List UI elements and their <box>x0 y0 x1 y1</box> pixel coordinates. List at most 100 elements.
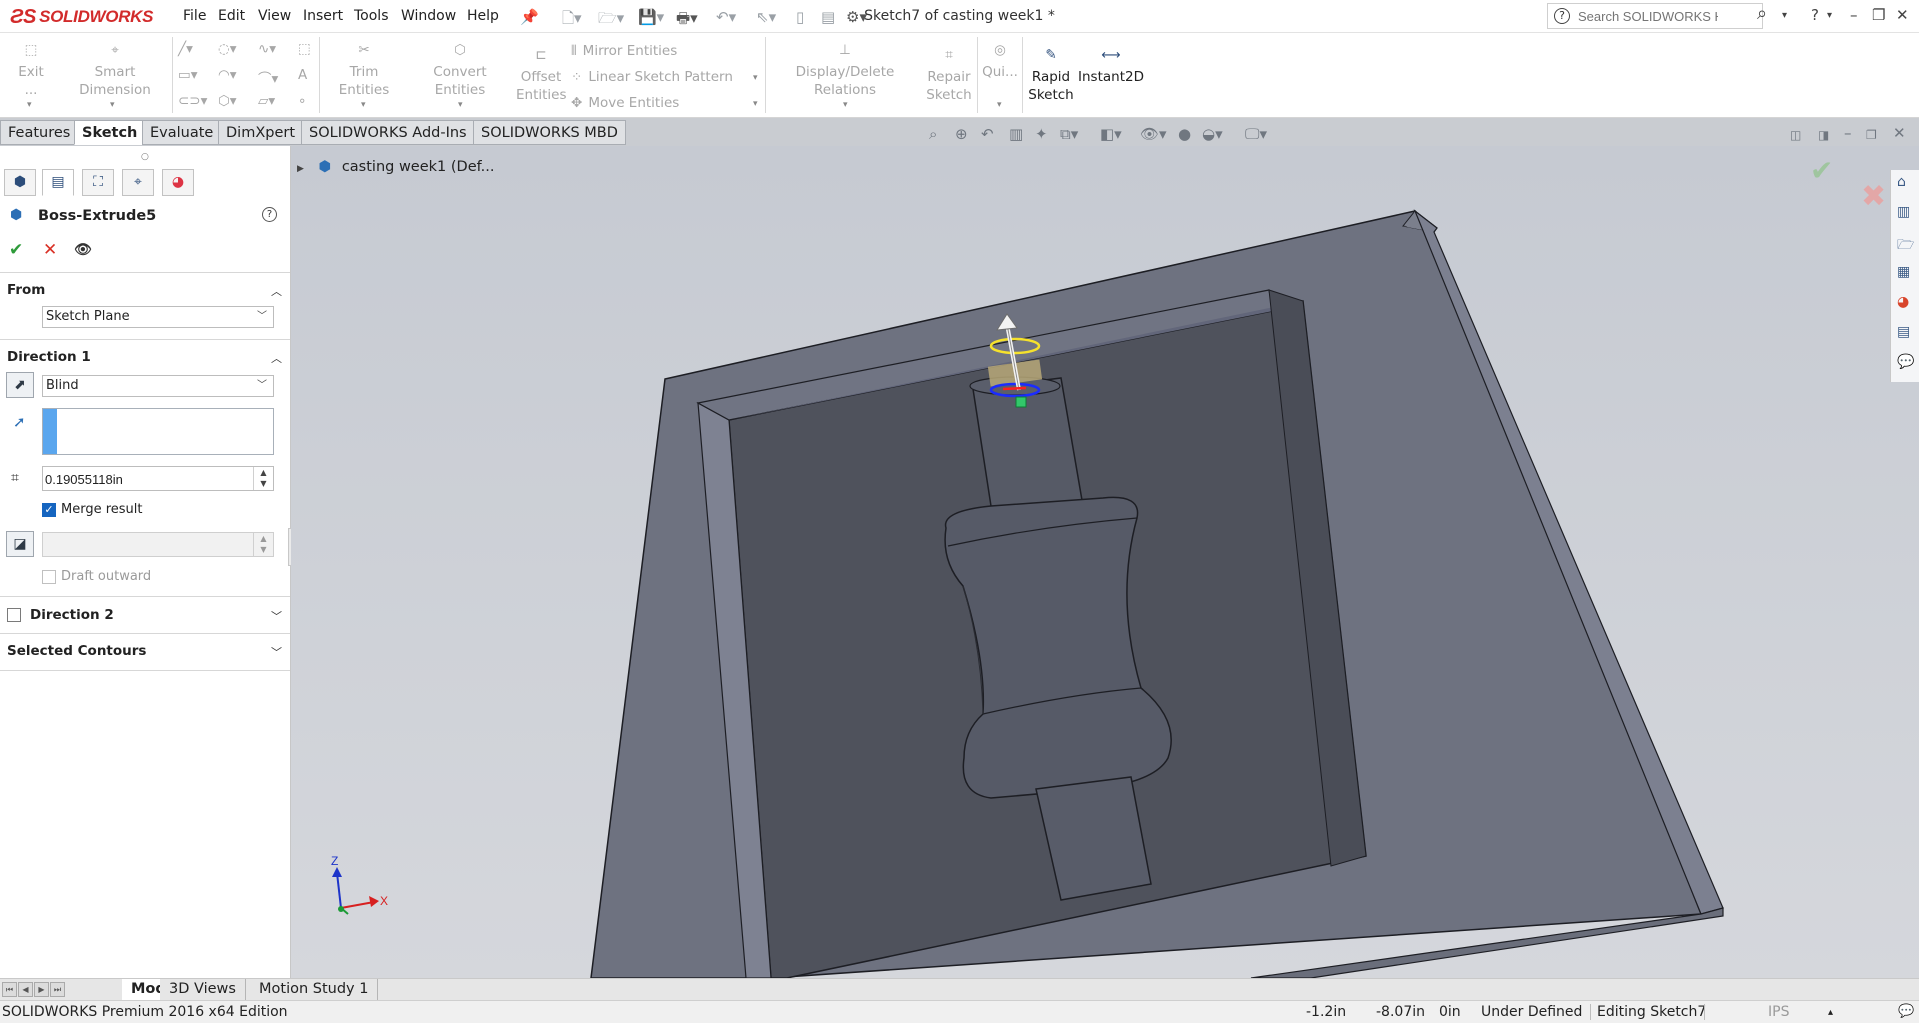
draft-spinner[interactable]: ▲ ▼ <box>253 533 273 556</box>
file-explorer-icon[interactable]: 🗁 <box>1897 234 1914 258</box>
forum-icon[interactable]: 💬 <box>1897 354 1914 370</box>
viewport-tile-icon[interactable]: ◫ <box>1790 128 1801 142</box>
axis-triad[interactable]: Z X <box>331 854 388 915</box>
exit-dropdown-icon[interactable]: ▾ <box>27 100 32 110</box>
status-units[interactable]: IPS <box>1768 1004 1789 1020</box>
zoom-to-fit-icon[interactable]: ⌕ <box>929 125 937 143</box>
property-manager-tab-icon[interactable]: ▤ <box>42 169 74 196</box>
tab-3d-views[interactable]: 3D Views <box>160 979 246 1000</box>
print-icon[interactable]: 🖶▾ <box>676 8 698 33</box>
design-library-icon[interactable]: ▥ <box>1897 204 1910 220</box>
slot-tool[interactable]: ⊂⊃▾ <box>178 93 207 109</box>
dimension-dropdown-icon[interactable]: ▾ <box>110 100 115 110</box>
selected-contours-header[interactable]: Selected Contours <box>7 643 146 659</box>
polygon-tool[interactable]: ⬡▾ <box>218 93 237 109</box>
direction1-collapse-icon[interactable]: ︿ <box>271 350 282 366</box>
search-magnifier-icon[interactable]: ⌕ <box>1757 3 1767 24</box>
minimize-button[interactable]: – <box>1850 6 1858 24</box>
undo-icon[interactable]: ↶▾ <box>716 8 736 26</box>
tab-addins[interactable]: SOLIDWORKS Add-Ins <box>301 120 475 145</box>
arc-tool[interactable]: ◠▾ <box>218 67 237 83</box>
menu-insert[interactable]: Insert <box>303 8 343 24</box>
direction2-header[interactable]: Direction 2 <box>30 607 114 623</box>
ok-icon[interactable]: ✔ <box>9 240 23 260</box>
display-delete-relations-button[interactable]: ⊥ Display/Delete Relations <box>770 41 920 99</box>
direction2-checkbox[interactable] <box>7 608 21 622</box>
tab-evaluate[interactable]: Evaluate <box>142 120 222 145</box>
model-svg[interactable]: Z X <box>291 146 1919 978</box>
custom-properties-icon[interactable]: ▤ <box>1897 324 1910 340</box>
direction2-expand-icon[interactable]: ﹀ <box>271 608 282 624</box>
select-icon[interactable]: ⇖▾ <box>756 8 776 26</box>
viewport-close-icon[interactable]: ✕ <box>1893 124 1906 142</box>
view-palette-icon[interactable]: ▦ <box>1897 264 1910 280</box>
feature-manager-tab-icon[interactable]: ⬢ <box>4 169 36 196</box>
confirm-cancel-icon[interactable]: ✖ <box>1861 179 1886 214</box>
menu-view[interactable]: View <box>258 8 291 24</box>
help-dropdown-icon[interactable]: ▾ <box>1827 10 1832 21</box>
display-manager-tab-icon[interactable]: ◕ <box>162 169 194 196</box>
help-button[interactable]: ? <box>1811 6 1819 24</box>
search-dropdown-icon[interactable]: ▾ <box>1782 10 1787 21</box>
repair-sketch-button[interactable]: ⌗ Repair Sketch <box>925 46 973 104</box>
from-collapse-icon[interactable]: ︿ <box>271 283 282 299</box>
quick-snaps-button[interactable]: ◎ Qui... <box>982 41 1018 81</box>
viewport-split-icon[interactable]: ◨ <box>1818 128 1829 142</box>
first-tab-arrow-icon[interactable]: ⏮ <box>2 982 17 997</box>
viewport-minimize-icon[interactable]: – <box>1844 124 1852 142</box>
section-view-icon[interactable]: ▥ <box>1009 125 1023 143</box>
menu-edit[interactable]: Edit <box>218 8 245 24</box>
snaps-dropdown-icon[interactable]: ▾ <box>997 100 1002 110</box>
help-question-icon[interactable]: ? <box>1554 8 1570 24</box>
close-button[interactable]: ✕ <box>1896 6 1909 24</box>
cancel-icon[interactable]: ✕ <box>43 240 57 260</box>
selected-contours-expand-icon[interactable]: ﹀ <box>271 644 282 660</box>
sketch-origin-point-icon[interactable] <box>1015 396 1027 408</box>
rapid-sketch-button[interactable]: ✎ Rapid Sketch <box>1027 46 1075 104</box>
instant2d-button[interactable]: ⟷ Instant2D <box>1078 46 1144 86</box>
units-dropdown-icon[interactable]: ▴ <box>1828 1007 1833 1018</box>
tab-sketch[interactable]: Sketch <box>74 120 146 145</box>
search-box[interactable]: ? <box>1547 3 1763 29</box>
relations-dropdown-icon[interactable]: ▾ <box>843 100 848 110</box>
mirror-entities-button[interactable]: ⫴ Mirror Entities <box>571 43 677 59</box>
configuration-manager-tab-icon[interactable]: ⛶ <box>82 169 114 196</box>
zoom-to-area-icon[interactable]: ⊕ <box>955 125 968 143</box>
restore-button[interactable]: ❐ <box>1872 6 1885 24</box>
next-tab-arrow-icon[interactable]: ▶ <box>34 982 49 997</box>
menu-file[interactable]: File <box>183 8 206 24</box>
direction1-header[interactable]: Direction 1 <box>7 349 91 365</box>
save-icon[interactable]: 💾▾ <box>638 8 664 26</box>
draft-angle-field[interactable]: ▲ ▼ <box>42 532 274 557</box>
edit-appearance-icon[interactable]: ● <box>1178 125 1191 143</box>
exit-sketch-button[interactable]: ⬚ Exit ... <box>10 41 52 99</box>
confirm-ok-icon[interactable]: ✔ <box>1810 154 1833 187</box>
open-document-icon[interactable]: 🗁▾ <box>598 8 624 33</box>
appearances-icon[interactable]: ◕ <box>1897 294 1909 310</box>
end-condition-combo[interactable]: Blind ﹀ <box>42 375 274 397</box>
linear-sketch-pattern-button[interactable]: ⁘ Linear Sketch Pattern <box>571 69 733 85</box>
menu-help[interactable]: Help <box>467 8 499 24</box>
view-orientation-icon[interactable]: ⧉▾ <box>1060 125 1078 143</box>
tab-dimxpert[interactable]: DimXpert <box>218 120 304 145</box>
point-tool[interactable]: ∘ <box>298 93 306 109</box>
apply-scene-icon[interactable]: ◒▾ <box>1202 125 1223 143</box>
line-tool[interactable]: ╱▾ <box>178 41 193 57</box>
menu-window[interactable]: Window <box>401 8 456 24</box>
trim-entities-button[interactable]: ✂ Trim Entities <box>324 41 404 99</box>
smart-dimension-button[interactable]: ⌖ Smart Dimension <box>60 41 170 99</box>
viewport-restore-icon[interactable]: ❐ <box>1866 128 1877 142</box>
circle-tool[interactable]: ◌▾ <box>218 41 237 57</box>
hide-show-items-icon[interactable]: 👁▾ <box>1140 125 1167 143</box>
preview-eye-icon[interactable]: 👁 <box>74 242 92 258</box>
trim-dropdown-icon[interactable]: ▾ <box>361 100 366 110</box>
from-combo[interactable]: Sketch Plane ﹀ <box>42 306 274 328</box>
new-document-icon[interactable]: 🗋▾ <box>562 8 582 33</box>
convert-entities-button[interactable]: ⬡ Convert Entities <box>410 41 510 99</box>
depth-spinner[interactable]: ▲ ▼ <box>253 467 273 490</box>
plane-tool[interactable]: ▱▾ <box>258 93 275 109</box>
graphics-area[interactable]: ▶ ⬢ casting week1 (Def... Z X ✔ ✖ <box>291 146 1919 978</box>
file-properties-icon[interactable]: ▤ <box>821 8 835 26</box>
text-tool[interactable]: A <box>298 67 307 83</box>
convert-dropdown-icon[interactable]: ▾ <box>458 100 463 110</box>
